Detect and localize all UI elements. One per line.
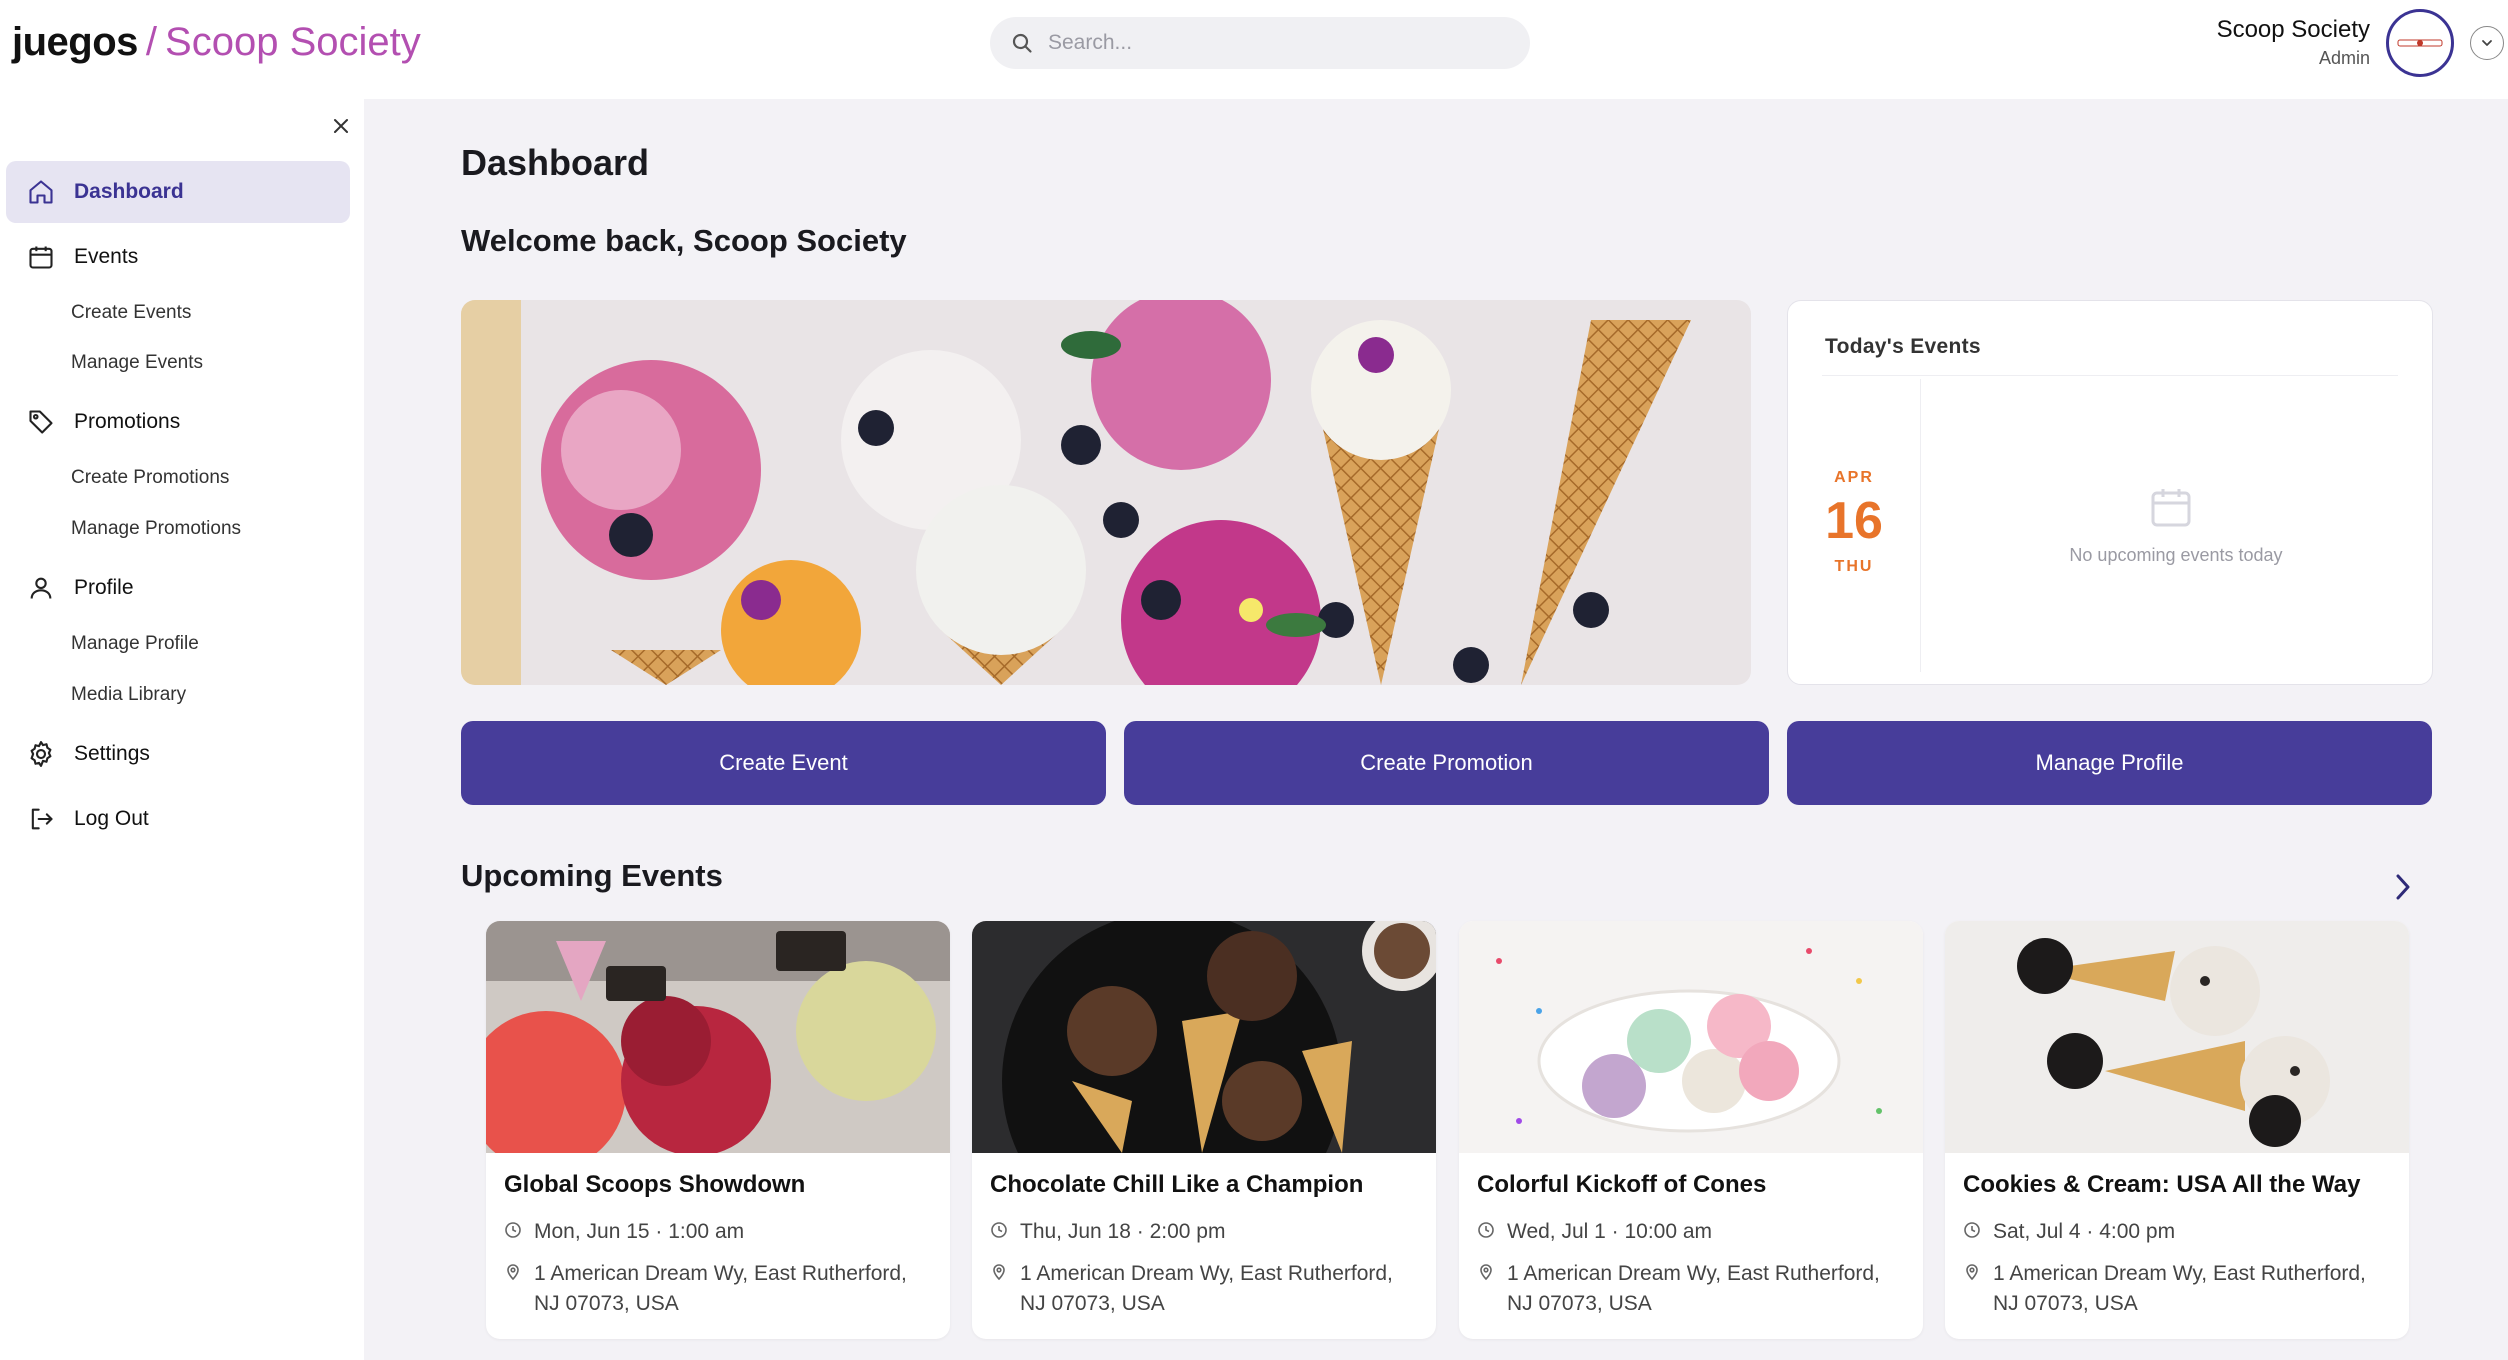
event-address-text: 1 American Dream Wy, East Rutherford, NJ… (1993, 1262, 2366, 1315)
event-location: 1 American Dream Wy, East Rutherford, NJ… (1963, 1259, 2393, 1319)
sidebar-item-promotions[interactable]: Promotions (6, 391, 350, 453)
carousel-next-button[interactable] (2388, 870, 2418, 904)
search-icon (1012, 33, 1032, 53)
event-image (1945, 921, 2409, 1153)
create-event-button[interactable]: Create Event (461, 721, 1106, 805)
event-address-text: 1 American Dream Wy, East Rutherford, NJ… (1020, 1262, 1393, 1315)
event-time-text: Wed, Jul 1 · 10:00 am (1507, 1220, 1713, 1243)
sidebar-item-create-events[interactable]: Create Events (71, 300, 191, 326)
create-promotion-button[interactable]: Create Promotion (1124, 721, 1769, 805)
avatar[interactable] (2386, 9, 2454, 77)
sidebar-item-events[interactable]: Events (6, 226, 350, 288)
chevron-down-icon (2482, 40, 2492, 46)
gear-icon (26, 739, 56, 769)
user-info[interactable]: Scoop Society Admin (2217, 14, 2370, 70)
welcome-heading: Welcome back, Scoop Society (461, 223, 907, 258)
sidebar-item-manage-events[interactable]: Manage Events (71, 350, 203, 376)
today-weekday: THU (1834, 558, 1874, 575)
sidebar-item-create-promotions[interactable]: Create Promotions (71, 465, 229, 491)
sidebar-item-manage-promotions[interactable]: Manage Promotions (71, 516, 241, 542)
user-menu-button[interactable] (2470, 26, 2504, 60)
tag-icon (26, 407, 56, 437)
clock-icon (505, 1222, 521, 1238)
location-pin-icon (1480, 1264, 1492, 1281)
event-image (1459, 921, 1923, 1153)
location-pin-icon (507, 1264, 519, 1281)
logout-icon (26, 804, 56, 834)
event-image (972, 921, 1436, 1153)
event-datetime: Thu, Jun 18 · 2:00 pm (990, 1217, 1420, 1247)
clock-icon (991, 1222, 1007, 1238)
brand-logo[interactable]: juegos / Scoop Society (12, 18, 421, 66)
no-events-text: No upcoming events today (2069, 545, 2283, 565)
hero-image (461, 300, 1751, 685)
home-icon (26, 177, 56, 207)
top-bar: juegos/Scoop Society Scoop Society Admin (0, 0, 2508, 99)
todays-events-card: Today's Events APR 16 THU No upcoming ev… (1787, 300, 2433, 685)
event-title: Cookies & Cream: USA All the Way (1963, 1171, 2361, 1198)
todays-events-title: Today's Events (1825, 335, 1981, 358)
sidebar: Dashboard Events Create Events Manage Ev… (0, 99, 364, 1360)
event-title: Global Scoops Showdown (504, 1171, 806, 1198)
event-address-text: 1 American Dream Wy, East Rutherford, NJ… (534, 1262, 907, 1315)
divider (1920, 379, 1921, 672)
event-datetime: Wed, Jul 1 · 10:00 am (1477, 1217, 1907, 1247)
divider (1822, 375, 2398, 376)
org-name: Scoop Society (165, 20, 421, 64)
event-location: 1 American Dream Wy, East Rutherford, NJ… (990, 1259, 1420, 1319)
sidebar-item-media-library[interactable]: Media Library (71, 682, 186, 708)
search-bar[interactable] (990, 17, 1530, 69)
clock-icon (1478, 1222, 1494, 1238)
sidebar-item-label: Log Out (74, 807, 149, 830)
event-image (486, 921, 950, 1153)
sidebar-item-label: Profile (74, 576, 134, 599)
event-time-text: Thu, Jun 18 · 2:00 pm (1020, 1220, 1226, 1243)
event-datetime: Sat, Jul 4 · 4:00 pm (1963, 1217, 2393, 1247)
event-location: 1 American Dream Wy, East Rutherford, NJ… (504, 1259, 934, 1319)
event-card[interactable]: Global Scoops Showdown Mon, Jun 15 · 1:0… (486, 921, 950, 1339)
page-title: Dashboard (461, 142, 650, 183)
sidebar-item-label: Dashboard (74, 180, 184, 203)
sidebar-item-profile[interactable]: Profile (6, 557, 350, 619)
close-icon (334, 119, 348, 133)
user-role: Admin (2318, 48, 2370, 68)
event-title: Colorful Kickoff of Cones (1477, 1171, 1767, 1198)
location-pin-icon (993, 1264, 1005, 1281)
user-icon (26, 573, 56, 603)
user-name: Scoop Society (2216, 16, 2370, 43)
sidebar-item-settings[interactable]: Settings (6, 723, 350, 785)
sidebar-item-manage-profile[interactable]: Manage Profile (71, 631, 199, 657)
event-card[interactable]: Chocolate Chill Like a Champion Thu, Jun… (972, 921, 1436, 1339)
event-card[interactable]: Colorful Kickoff of Cones Wed, Jul 1 · 1… (1459, 921, 1923, 1339)
event-time-text: Sat, Jul 4 · 4:00 pm (1993, 1220, 2176, 1243)
brand-name: juegos (12, 20, 138, 64)
event-time-text: Mon, Jun 15 · 1:00 am (534, 1220, 745, 1243)
sidebar-item-logout[interactable]: Log Out (6, 788, 350, 850)
today-month: APR (1834, 469, 1874, 486)
avatar-logo-icon (2397, 39, 2443, 47)
sidebar-item-label: Settings (74, 742, 150, 765)
sidebar-item-dashboard[interactable]: Dashboard (6, 161, 350, 223)
event-location: 1 American Dream Wy, East Rutherford, NJ… (1477, 1259, 1907, 1319)
sidebar-close-button[interactable] (328, 113, 354, 139)
search-input[interactable] (1048, 31, 1488, 55)
today-day: 16 (1825, 492, 1883, 550)
sidebar-item-label: Promotions (74, 410, 181, 433)
chevron-right-icon (2396, 874, 2410, 900)
clock-icon (1964, 1222, 1980, 1238)
event-datetime: Mon, Jun 15 · 1:00 am (504, 1217, 934, 1247)
event-card[interactable]: Cookies & Cream: USA All the Way Sat, Ju… (1945, 921, 2409, 1339)
brand-separator: / (145, 20, 158, 64)
sidebar-item-label: Events (74, 245, 139, 268)
calendar-icon (2151, 489, 2191, 527)
manage-profile-button[interactable]: Manage Profile (1787, 721, 2432, 805)
event-address-text: 1 American Dream Wy, East Rutherford, NJ… (1507, 1262, 1880, 1315)
event-title: Chocolate Chill Like a Champion (990, 1171, 1364, 1198)
upcoming-events-title: Upcoming Events (461, 858, 723, 893)
location-pin-icon (1966, 1264, 1978, 1281)
calendar-icon (26, 242, 56, 272)
